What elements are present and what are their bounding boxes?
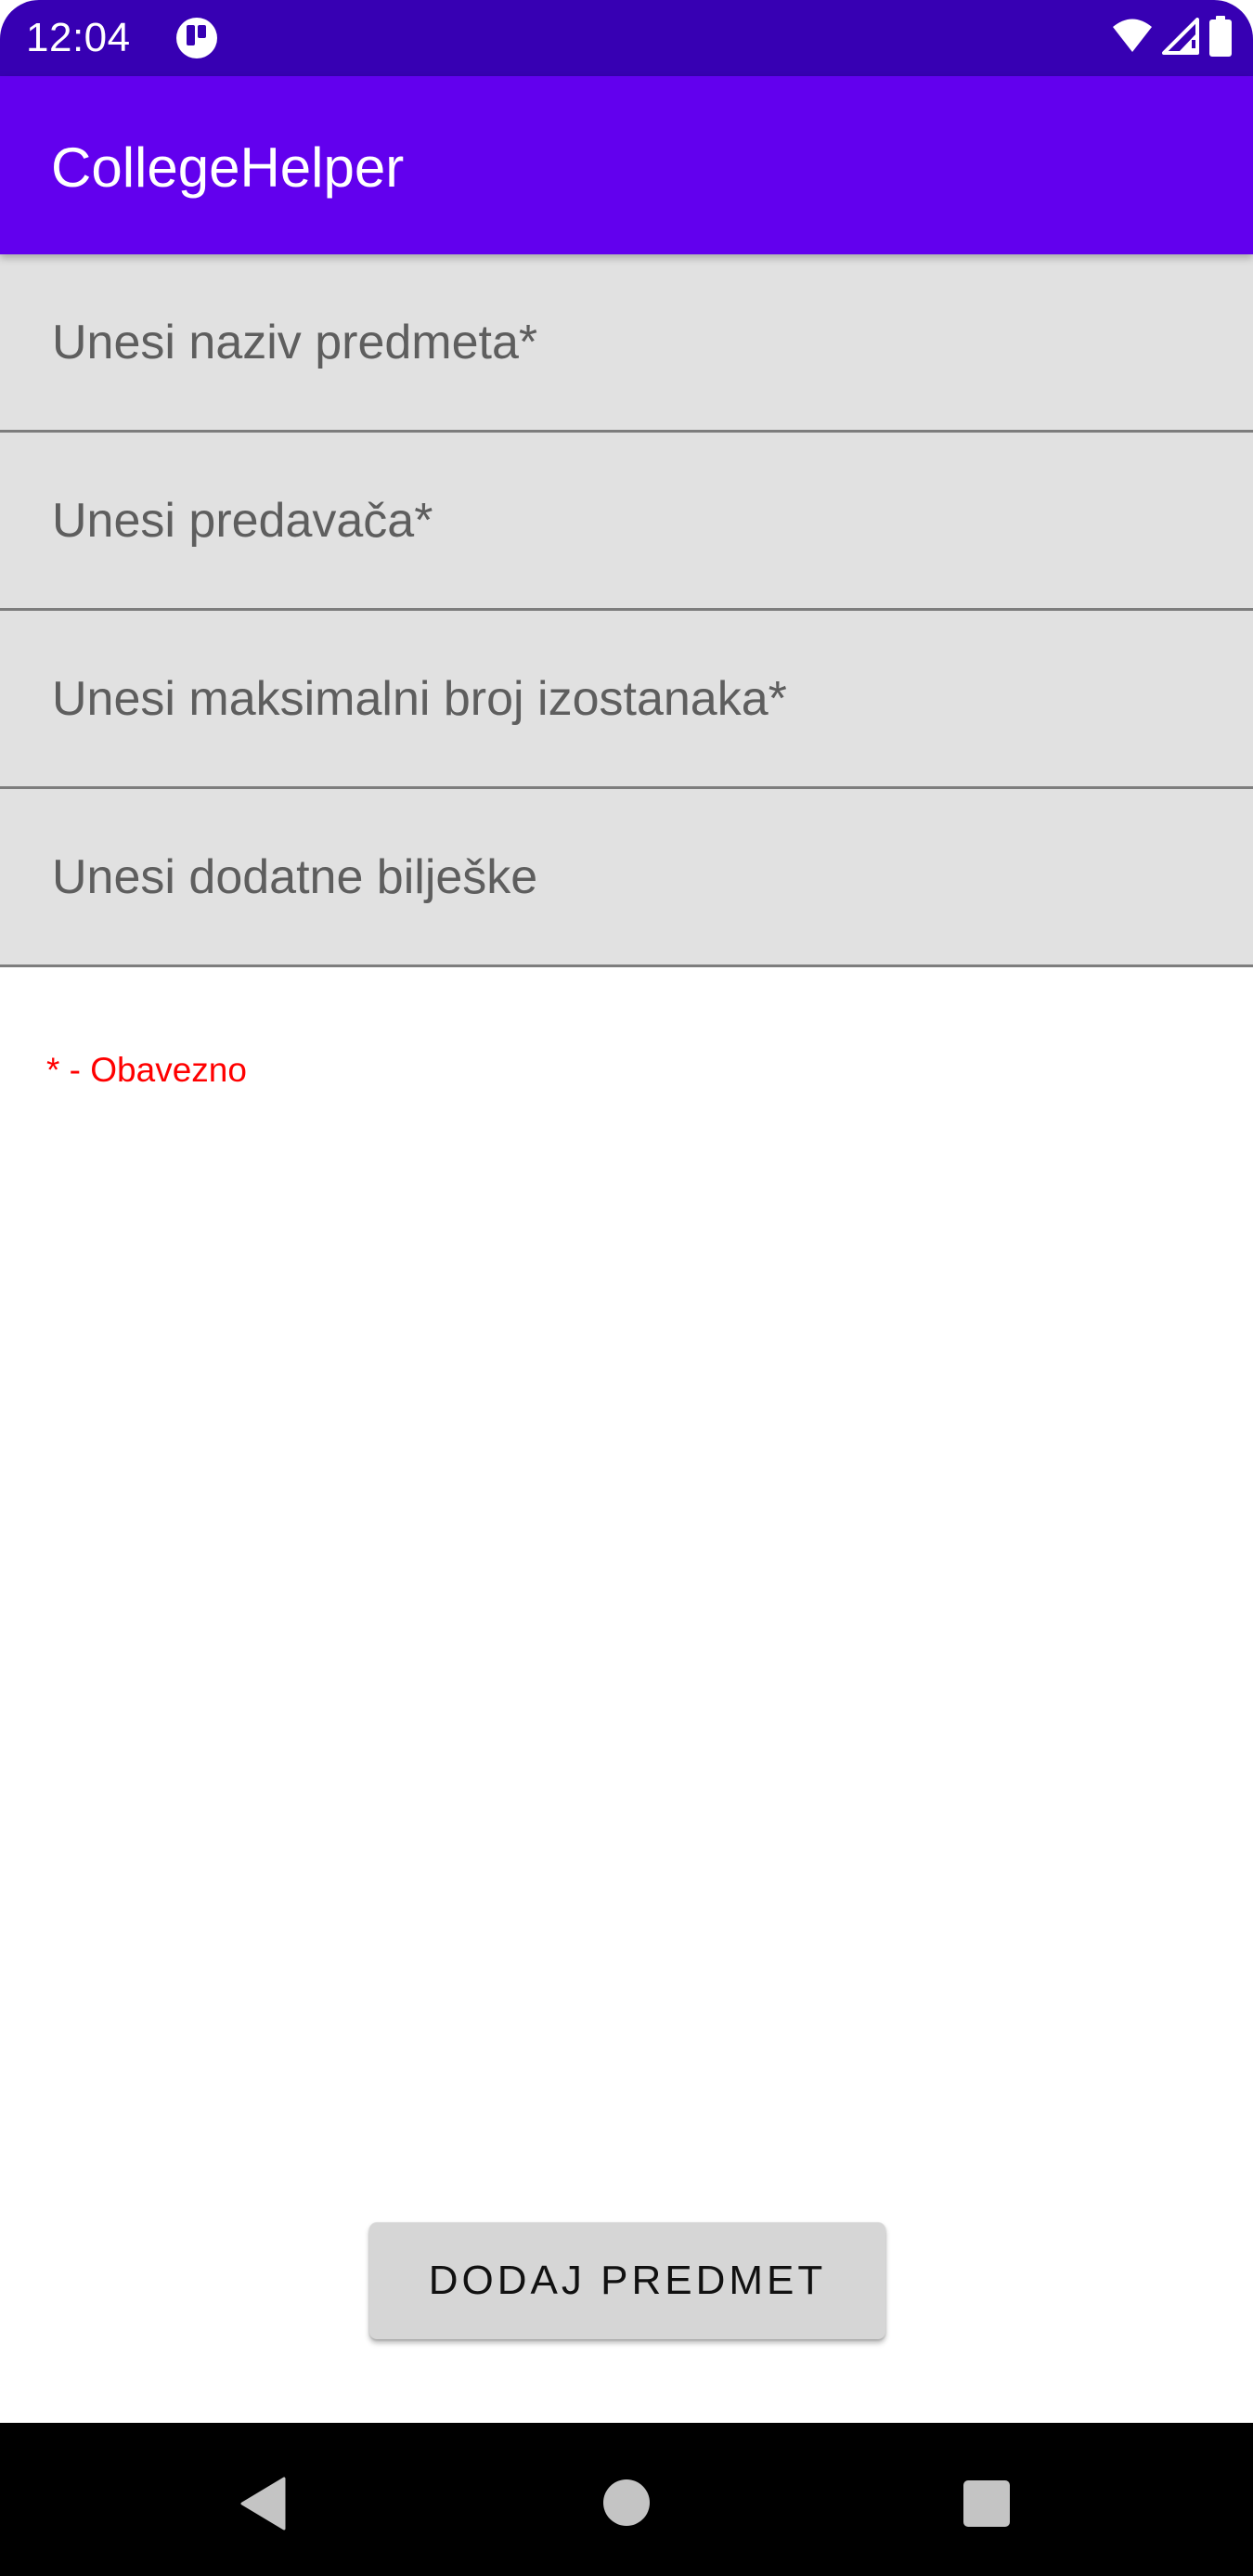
home-circle-icon[interactable] — [603, 2479, 650, 2526]
status-bar: 12:04 — [0, 0, 1253, 76]
subject-name-field-container — [0, 254, 1253, 433]
subject-name-input[interactable] — [0, 254, 1253, 430]
notes-field-container — [0, 789, 1253, 967]
notes-input[interactable] — [0, 789, 1253, 964]
battery-icon — [1208, 15, 1233, 61]
lecturer-field-container — [0, 433, 1253, 611]
cell-signal-icon — [1162, 17, 1199, 59]
back-triangle-icon[interactable] — [239, 2477, 286, 2531]
wifi-icon — [1112, 19, 1153, 58]
status-icons — [1112, 15, 1233, 61]
max-absences-field-container — [0, 611, 1253, 789]
app-bar: CollegeHelper — [0, 76, 1253, 254]
app-title: CollegeHelper — [51, 136, 405, 199]
bubble-app-icon — [174, 16, 219, 60]
subject-form — [0, 254, 1253, 967]
lecturer-input[interactable] — [0, 433, 1253, 608]
recents-square-icon[interactable] — [963, 2480, 1010, 2527]
max-absences-input[interactable] — [0, 611, 1253, 786]
add-subject-button[interactable]: DODAJ PREDMET — [369, 2222, 885, 2339]
status-time: 12:04 — [26, 15, 131, 60]
required-note: * - Obavezno — [46, 1051, 247, 1089]
navigation-bar — [0, 2423, 1253, 2576]
screen: 12:04 CollegeHelper Unesi naziv predmeta… — [0, 0, 1253, 2576]
